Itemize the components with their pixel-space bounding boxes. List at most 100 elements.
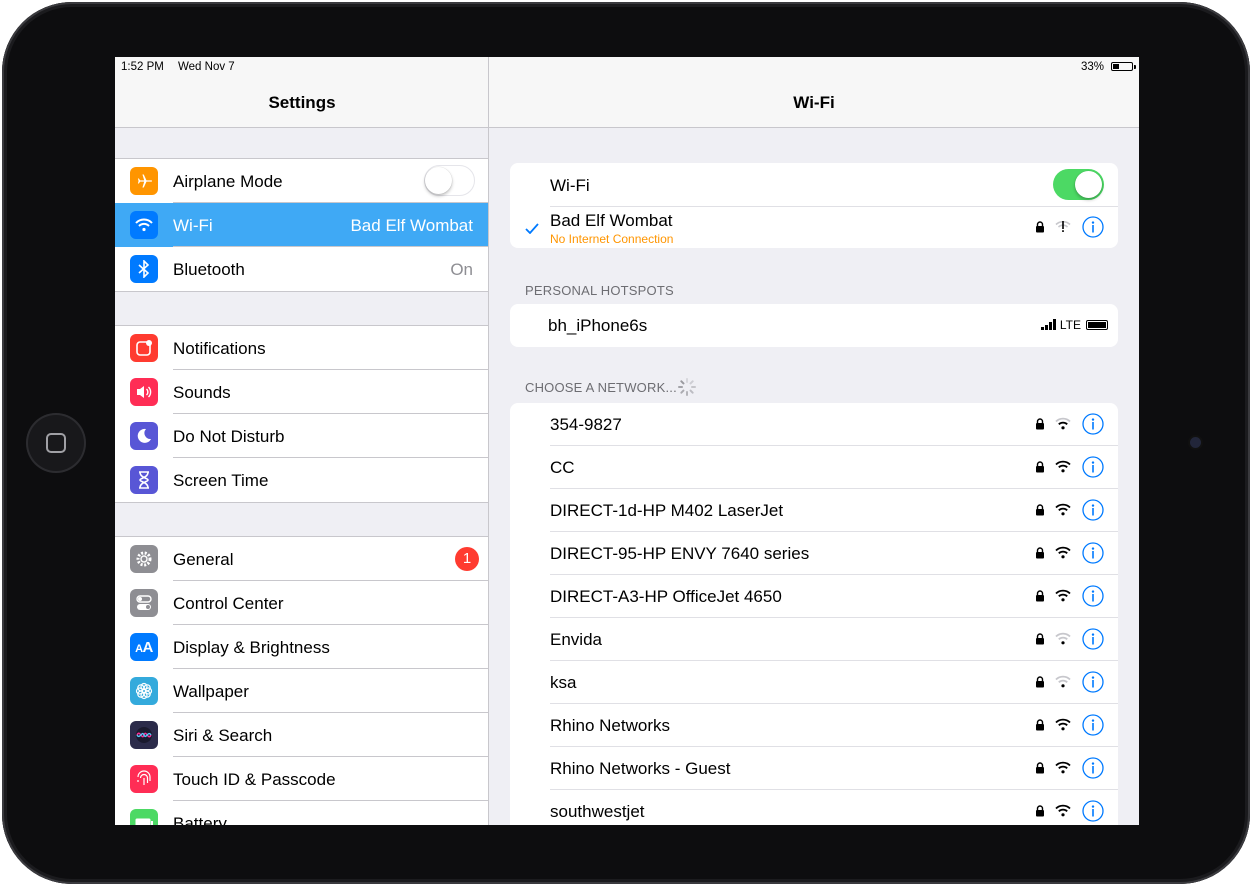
sidebar-item[interactable]: Notifications (115, 326, 488, 370)
network-row[interactable]: southwestjet (510, 790, 1118, 825)
hotspot-row[interactable]: bh_iPhone6s LTE (510, 304, 1118, 347)
wifi-icon (130, 211, 158, 239)
airplane-mode-toggle[interactable] (424, 165, 475, 196)
sidebar-item-label: Airplane Mode (173, 172, 283, 191)
wifi-card: Wi-Fi Bad Elf Wombat No Internet Connect… (510, 163, 1118, 248)
wifi-signal-icon (1055, 804, 1071, 817)
sidebar-item[interactable]: Control Center (115, 581, 488, 625)
info-icon[interactable] (1082, 413, 1104, 435)
network-name: DIRECT-A3-HP OfficeJet 4650 (550, 587, 782, 606)
network-row[interactable]: ksa (510, 661, 1118, 704)
loading-spinner-icon (678, 378, 696, 396)
sidebar-item-value: Bad Elf Wombat (350, 216, 473, 235)
info-icon[interactable] (1082, 542, 1104, 564)
lock-icon (1036, 547, 1044, 559)
wifi-signal-icon (1055, 589, 1071, 602)
choose-network-header: CHOOSE A NETWORK... (525, 380, 677, 395)
sidebar-item[interactable]: Bluetooth On (115, 247, 488, 291)
network-row[interactable]: DIRECT-A3-HP OfficeJet 4650 (510, 575, 1118, 618)
hotspot-name: bh_iPhone6s (548, 316, 648, 335)
sidebar-item[interactable]: Wi-Fi Bad Elf Wombat (115, 203, 488, 247)
detail-title: Wi-Fi (793, 93, 835, 112)
lock-icon (1036, 504, 1044, 516)
hotspot-card: bh_iPhone6s LTE (510, 304, 1118, 347)
sidebar-item[interactable]: AA Display & Brightness (115, 625, 488, 669)
sidebar-item-label: Wi-Fi (173, 216, 213, 235)
sidebar-item-label: Do Not Disturb (173, 427, 285, 446)
info-icon[interactable] (1082, 216, 1104, 238)
wifi-toggle[interactable] (1053, 169, 1104, 200)
flower-icon (130, 677, 158, 705)
network-row[interactable]: Rhino Networks (510, 704, 1118, 747)
connected-network-row[interactable]: Bad Elf Wombat No Internet Connection (510, 207, 1118, 248)
lock-icon (1036, 719, 1044, 731)
wifi-signal-icon (1055, 460, 1071, 473)
wifi-signal-icon (1055, 546, 1071, 559)
info-icon[interactable] (1082, 585, 1104, 607)
sidebar-item-value: On (450, 260, 473, 279)
personal-hotspots-header: PERSONAL HOTSPOTS (525, 283, 674, 298)
sidebar-item[interactable]: General 1 (115, 537, 488, 581)
wifi-signal-icon (1055, 761, 1071, 774)
sidebar-item-label: Control Center (173, 594, 284, 613)
info-icon[interactable] (1082, 800, 1104, 822)
sidebar-item-label: Battery (173, 814, 227, 825)
sidebar-title: Settings (268, 93, 336, 112)
sidebar-item-label: General (173, 550, 234, 569)
hotspot-battery-icon (1086, 320, 1108, 330)
sidebar-item-label: Bluetooth (173, 260, 245, 279)
wifi-signal-icon (1055, 503, 1071, 516)
home-button[interactable] (26, 413, 86, 473)
screen: 1:52 PM Wed Nov 7 33% Settings Airplane … (115, 57, 1139, 825)
network-row[interactable]: Envida (510, 618, 1118, 661)
sidebar-item-label: Siri & Search (173, 726, 273, 745)
info-icon[interactable] (1082, 714, 1104, 736)
siri-icon (130, 721, 158, 749)
network-row[interactable]: 354-9827 (510, 403, 1118, 446)
sidebar-item-label: Touch ID & Passcode (173, 770, 336, 789)
text-size-icon: AA (130, 633, 158, 661)
wifi-toggle-row: Wi-Fi (510, 163, 1118, 207)
sidebar-item[interactable]: Do Not Disturb (115, 414, 488, 458)
sidebar-item[interactable]: Wallpaper (115, 669, 488, 713)
switches-icon (130, 589, 158, 617)
lock-icon (1036, 676, 1044, 688)
sidebar-item[interactable]: Airplane Mode (115, 159, 488, 203)
sidebar-item[interactable]: Sounds (115, 370, 488, 414)
info-icon[interactable] (1082, 757, 1104, 779)
connected-network-name: Bad Elf Wombat (550, 211, 673, 230)
network-name: CC (550, 458, 575, 477)
moon-icon (130, 422, 158, 450)
gear-icon (130, 545, 158, 573)
status-time: 1:52 PM (121, 61, 164, 73)
network-name: DIRECT-1d-HP M402 LaserJet (550, 501, 784, 520)
network-row[interactable]: Rhino Networks - Guest (510, 747, 1118, 790)
wifi-signal-icon (1055, 718, 1071, 731)
sidebar-item[interactable]: Touch ID & Passcode (115, 757, 488, 801)
lock-icon (1036, 590, 1044, 602)
sidebar-item-label: Display & Brightness (173, 638, 330, 657)
network-name: Rhino Networks (550, 716, 670, 735)
battery-icon (1111, 62, 1136, 71)
lock-icon (1036, 633, 1044, 645)
info-icon[interactable] (1082, 499, 1104, 521)
info-icon[interactable] (1082, 628, 1104, 650)
wifi-label: Wi-Fi (550, 176, 590, 195)
sidebar-item[interactable]: Battery (115, 801, 488, 825)
network-row[interactable]: DIRECT-1d-HP M402 LaserJet (510, 489, 1118, 532)
hourglass-icon (130, 466, 158, 494)
info-icon[interactable] (1082, 671, 1104, 693)
settings-sidebar: Settings Airplane Mode Wi-Fi Bad Elf Womba… (115, 57, 489, 825)
airplane-icon (130, 167, 158, 195)
bluetooth-icon (130, 255, 158, 283)
sidebar-item[interactable]: Siri & Search (115, 713, 488, 757)
battery-percent: 33% (1080, 61, 1104, 73)
network-row[interactable]: CC (510, 446, 1118, 489)
wifi-signal-icon (1055, 632, 1071, 645)
network-row[interactable]: DIRECT-95-HP ENVY 7640 series (510, 532, 1118, 575)
sidebar-item[interactable]: Screen Time (115, 458, 488, 502)
lock-icon (1036, 461, 1044, 473)
sidebar-item-label: Screen Time (173, 471, 269, 490)
info-icon[interactable] (1082, 456, 1104, 478)
lock-icon (1036, 762, 1044, 774)
